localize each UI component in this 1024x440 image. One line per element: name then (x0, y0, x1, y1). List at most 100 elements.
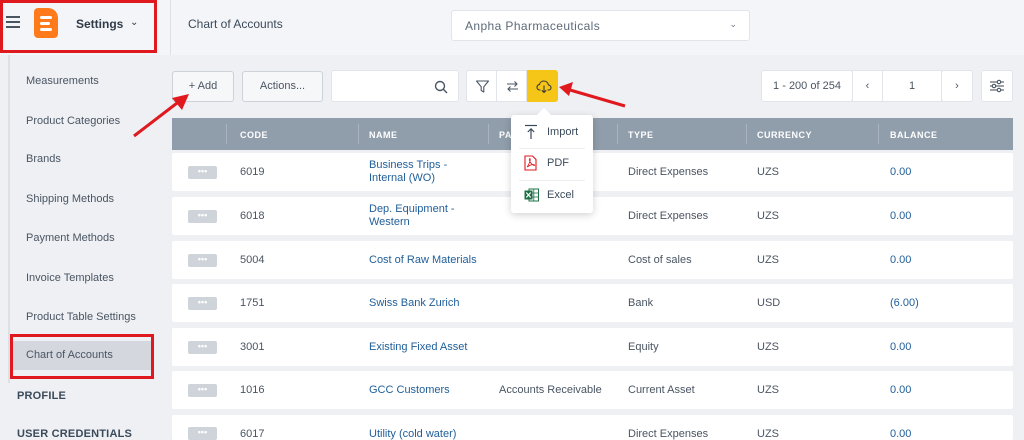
cell-currency: UZS (757, 341, 779, 353)
annotation-arrowhead-export (559, 82, 573, 96)
table-row[interactable]: ••• 6017 Utility (cold water) Direct Exp… (172, 415, 1013, 440)
cell-name-link[interactable]: Dep. Equipment - Western (369, 203, 479, 229)
cell-code: 6018 (240, 210, 265, 222)
menu-item-import[interactable]: Import (511, 119, 593, 147)
cell-currency: UZS (757, 210, 779, 222)
table-row[interactable]: ••• 5004 Cost of Raw Materials Cost of s… (172, 241, 1013, 279)
column-settings-button[interactable] (981, 70, 1013, 102)
cell-currency: USD (757, 297, 781, 309)
row-actions-button[interactable]: ••• (188, 341, 217, 354)
pagination-range: 1 - 200 of 254 (761, 70, 853, 102)
cell-name-link[interactable]: Cost of Raw Materials (369, 254, 477, 267)
cell-type: Equity (628, 341, 659, 353)
sidebar-item-measurements[interactable]: Measurements (26, 75, 99, 87)
search-input[interactable] (338, 77, 428, 95)
cell-currency: UZS (757, 384, 779, 396)
chevron-left-icon: ‹ (865, 80, 870, 92)
cell-type: Cost of sales (628, 254, 692, 266)
sidebar-item-brands[interactable]: Brands (26, 153, 61, 165)
annotation-highlight-box (0, 0, 157, 53)
header-separator (358, 124, 359, 144)
menu-item-excel[interactable]: Excel (511, 182, 593, 210)
actions-button[interactable]: Actions... (242, 71, 323, 102)
export-button[interactable] (527, 70, 558, 102)
swap-arrows-icon (507, 81, 518, 92)
cell-code: 1751 (240, 297, 265, 309)
column-header-parent[interactable]: PA (499, 130, 512, 140)
table-row[interactable]: ••• 3001 Existing Fixed Asset Equity UZS… (172, 328, 1013, 366)
cell-code: 1016 (240, 384, 265, 396)
sidebar-section-profile[interactable]: PROFILE (17, 390, 66, 402)
header-separator (746, 124, 747, 144)
row-actions-button[interactable]: ••• (188, 254, 217, 267)
menu-item-label: Import (547, 126, 579, 138)
sidebar-section-user-credentials[interactable]: USER CREDENTIALS (17, 428, 132, 440)
cell-type: Direct Expenses (628, 210, 709, 222)
cell-code: 6019 (240, 166, 265, 178)
header-separator (617, 124, 618, 144)
cell-balance: (6.00) (890, 297, 919, 309)
cell-currency: UZS (757, 254, 779, 266)
cell-type: Current Asset (628, 384, 695, 396)
annotation-arrow-export (569, 88, 626, 108)
cell-code: 5004 (240, 254, 265, 266)
table-row[interactable]: ••• 1016 GCC Customers Accounts Receivab… (172, 371, 1013, 409)
menu-item-pdf[interactable]: PDF (511, 150, 593, 178)
cell-name-link[interactable]: Existing Fixed Asset (369, 341, 467, 354)
header-separator (878, 124, 879, 144)
column-header-name[interactable]: NAME (369, 130, 398, 140)
sidebar-item-invoice-templates[interactable]: Invoice Templates (26, 272, 114, 284)
excel-icon (524, 188, 539, 202)
cell-name-link[interactable]: GCC Customers (369, 384, 450, 397)
search-icon[interactable] (434, 80, 448, 94)
sidebar (0, 55, 160, 440)
column-header-balance[interactable]: BALANCE (890, 130, 938, 140)
column-header-currency[interactable]: CURRENCY (757, 130, 812, 140)
cell-type: Direct Expenses (628, 166, 709, 178)
cell-type: Direct Expenses (628, 428, 709, 440)
menu-item-label: PDF (547, 157, 569, 169)
company-select[interactable]: Anpha Pharmaceuticals ⌄ (451, 10, 750, 41)
annotation-highlight-box (10, 334, 154, 379)
cell-balance: 0.00 (890, 210, 912, 222)
header-separator (226, 124, 227, 144)
row-actions-button[interactable]: ••• (188, 166, 217, 179)
export-dropdown-menu: Import PDF Excel (511, 115, 593, 213)
menu-item-label: Excel (547, 189, 574, 201)
cell-code: 6017 (240, 428, 265, 440)
cell-balance: 0.00 (890, 166, 912, 178)
sidebar-item-payment-methods[interactable]: Payment Methods (26, 232, 115, 244)
row-actions-button[interactable]: ••• (188, 427, 217, 440)
prev-page-button[interactable]: ‹ (852, 70, 883, 102)
sidebar-item-product-table-settings[interactable]: Product Table Settings (26, 311, 136, 323)
pdf-icon (524, 155, 537, 171)
cell-balance: 0.00 (890, 341, 912, 353)
cell-type: Bank (628, 297, 654, 309)
page-number-input[interactable]: 1 (882, 70, 942, 102)
header-separator (488, 124, 489, 144)
column-header-code[interactable]: CODE (240, 130, 268, 140)
filter-button[interactable] (466, 70, 497, 102)
sidebar-item-product-categories[interactable]: Product Categories (26, 115, 120, 127)
cell-balance: 0.00 (890, 428, 912, 440)
page-title: Chart of Accounts (188, 17, 283, 31)
company-select-value: Anpha Pharmaceuticals (465, 19, 601, 33)
header-divider (170, 0, 171, 55)
row-actions-button[interactable]: ••• (188, 297, 217, 310)
cell-name-link[interactable]: Business Trips - Internal (WO) (369, 159, 479, 185)
menu-separator (519, 148, 585, 149)
cell-name-link[interactable]: Swiss Bank Zurich (369, 297, 459, 310)
cell-balance: 0.00 (890, 384, 912, 396)
chevron-right-icon: › (955, 80, 959, 92)
add-button[interactable]: + Add (172, 71, 234, 102)
sort-button[interactable] (496, 70, 527, 102)
row-actions-button[interactable]: ••• (188, 384, 217, 397)
cell-code: 3001 (240, 341, 265, 353)
column-header-type[interactable]: TYPE (628, 130, 654, 140)
next-page-button[interactable]: › (941, 70, 973, 102)
cell-name-link[interactable]: Utility (cold water) (369, 428, 456, 440)
sidebar-item-shipping-methods[interactable]: Shipping Methods (26, 193, 114, 205)
table-row[interactable]: ••• 1751 Swiss Bank Zurich Bank USD (6.0… (172, 284, 1013, 322)
cell-currency: UZS (757, 166, 779, 178)
row-actions-button[interactable]: ••• (188, 210, 217, 223)
